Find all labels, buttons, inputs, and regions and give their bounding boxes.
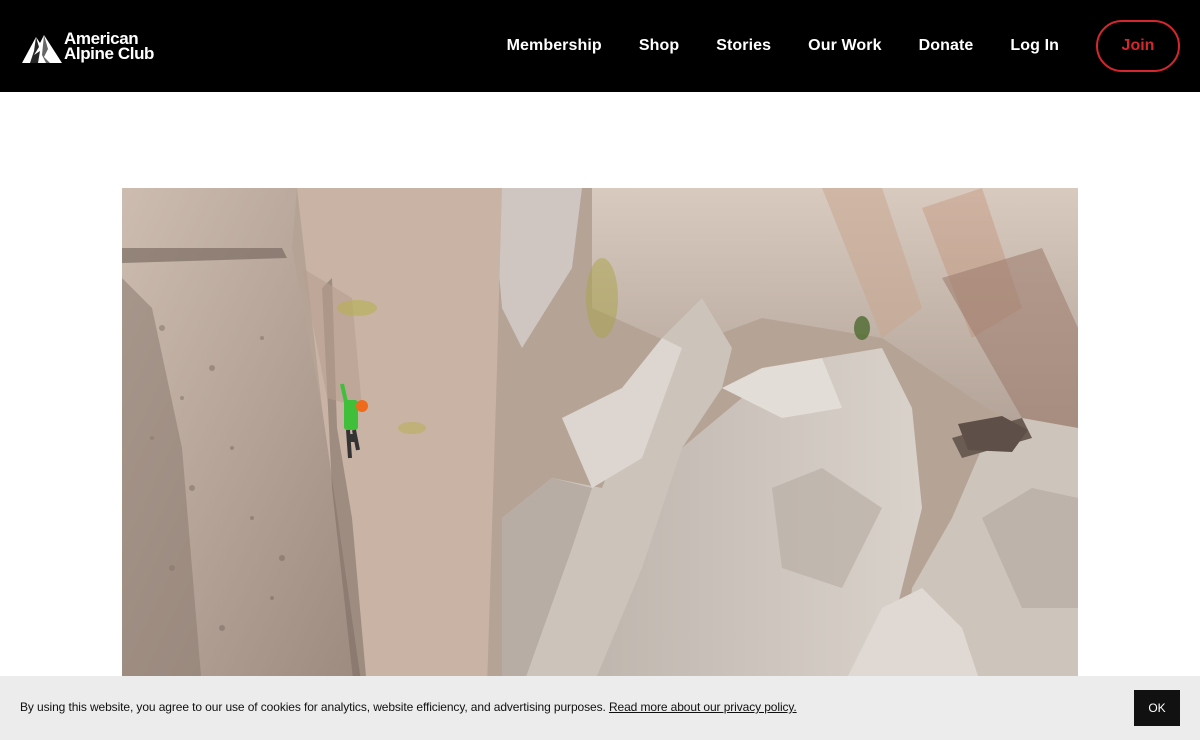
hero-image: [122, 188, 1078, 688]
nav-membership[interactable]: Membership: [507, 37, 602, 55]
nav-shop[interactable]: Shop: [639, 37, 679, 55]
nav-our-work[interactable]: Our Work: [808, 37, 881, 55]
mountain-logo-icon: [22, 35, 62, 63]
nav-donate[interactable]: Donate: [919, 37, 974, 55]
cookie-text: By using this website, you agree to our …: [20, 700, 606, 714]
site-header: American Alpine Club Membership Shop Sto…: [0, 0, 1200, 92]
logo-line-2: Alpine Club: [64, 44, 155, 63]
logo-wordmark: American Alpine Club: [64, 30, 155, 63]
hero-photo-illustration: [122, 188, 1078, 688]
main-nav: Membership Shop Stories Our Work Donate …: [507, 0, 1180, 92]
nav-log-in[interactable]: Log In: [1010, 37, 1059, 55]
nav-stories[interactable]: Stories: [716, 37, 771, 55]
cookie-ok-button[interactable]: OK: [1134, 690, 1180, 726]
cookie-message: By using this website, you agree to our …: [20, 700, 797, 714]
privacy-policy-link[interactable]: Read more about our privacy policy.: [609, 700, 797, 714]
site-logo[interactable]: American Alpine Club: [20, 26, 154, 66]
join-button[interactable]: Join: [1096, 20, 1180, 72]
cookie-banner: By using this website, you agree to our …: [0, 676, 1200, 740]
